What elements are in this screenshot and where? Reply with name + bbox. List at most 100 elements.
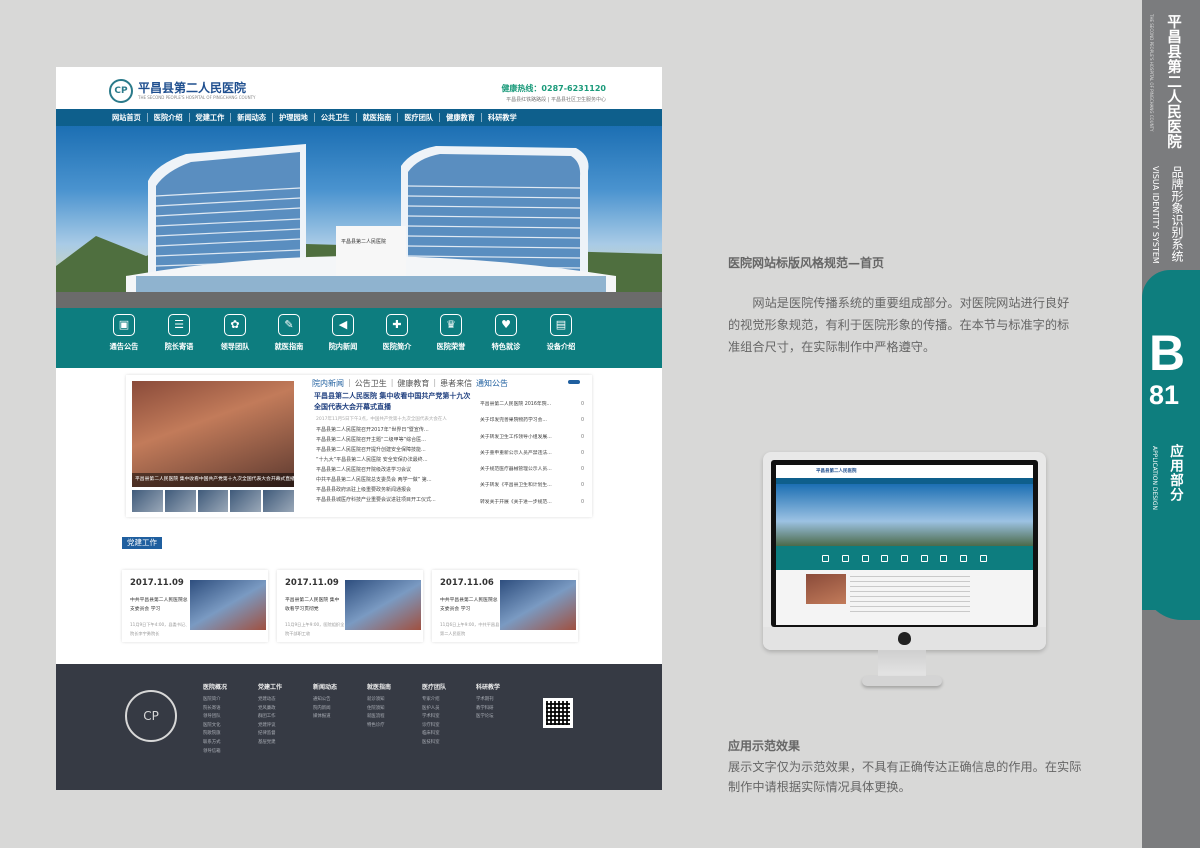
footer-link[interactable]: 医学论坛 (476, 713, 530, 722)
news-list-item[interactable]: 平昌县县政府派驻上级重要政务新闻通报会 (316, 485, 476, 495)
tab-patient-letters[interactable]: 患者来信 (440, 378, 476, 389)
nav-item-party[interactable]: 党建工作 (190, 113, 232, 122)
news-icon: ◀ (332, 314, 354, 336)
footer-link[interactable]: 诊疗科室 (422, 722, 476, 731)
footer-link[interactable]: 院歌院旗 (203, 730, 257, 739)
nav-item-team[interactable]: 医疗团队 (398, 113, 441, 122)
tab-hospital-news[interactable]: 院内新闻 (312, 378, 348, 389)
nav-item-nursing[interactable]: 护理园地 (273, 113, 315, 122)
news-thumbnail[interactable] (263, 490, 294, 512)
footer-link[interactable]: 专家介绍 (422, 696, 476, 705)
notice-item[interactable]: 关于规范医疗器械管理公示人员... 0 (480, 462, 584, 478)
footer-link[interactable]: 就医流程 (367, 713, 421, 722)
footer-link[interactable]: 院内新闻 (313, 705, 367, 714)
party-cards: 2017.11.09 中共平昌县第二人民医院总支委员会 学习 11月9日下午4:… (122, 570, 594, 642)
nav-item-intro[interactable]: 医院介绍 (148, 113, 190, 122)
footer-link[interactable]: 通知公告 (313, 696, 367, 705)
preview-icon (841, 554, 849, 562)
news-thumbnail[interactable] (197, 490, 229, 512)
footer-link[interactable]: 党建动态 (258, 696, 312, 705)
footer-column: 医院概况 医院简介 院长寄语 领导团队 医院文化 院歌院旗 联系方式 领导信箱 (203, 682, 257, 756)
news-list-item[interactable]: 平昌县县城医疗科技产业重要会议进驻项目开工仪式... (316, 495, 476, 505)
notice-item[interactable]: 关于转发《平昌县卫生和计划生... 0 (480, 478, 584, 494)
notice-list: 平昌县第二人民医院 2016年院... 0 关于印发完善果院物药学习会... 0 关… (480, 397, 584, 511)
quick-link-hospital[interactable]: ✚ 医院简介 (369, 314, 425, 352)
footer-column: 党建工作 党建动态 党风廉政 群团工作 党建评议 纪律监督 基层党建 (258, 682, 312, 748)
footer-column-head[interactable]: 新闻动态 (313, 682, 367, 691)
party-card[interactable]: 2017.11.09 中共平昌县第二人民医院总支委员会 学习 11月9日下午4:… (122, 570, 268, 642)
footer-link[interactable]: 领导信箱 (203, 748, 257, 757)
quick-link-label: 领导团队 (220, 342, 250, 351)
nav-item-news[interactable]: 新闻动态 (231, 113, 274, 122)
nav-item-research[interactable]: 科研教学 (482, 113, 523, 122)
monitor-base (862, 676, 942, 686)
notice-item[interactable]: 转发关于开展《关于进一步规范... 0 (480, 495, 584, 511)
footer-link[interactable]: 群团工作 (258, 713, 312, 722)
hotline: 健康热线：0287-6231120 (501, 84, 606, 93)
footer-column-head[interactable]: 就医指南 (367, 682, 421, 691)
footer-link[interactable]: 医院文化 (203, 722, 257, 731)
news-headline[interactable]: 平昌县第二人民医院 集中收看中国共产党第十九次全国代表大会开幕式直播 (314, 391, 474, 413)
news-list-item[interactable]: 平昌县第二人民医院召开2017年“世界日”暨宣传... (316, 425, 476, 435)
quick-link-honor[interactable]: ♛ 医院荣誉 (423, 314, 479, 352)
tab-public-health[interactable]: 公告卫生 (355, 378, 391, 389)
notice-item[interactable]: 关于转发卫生工作领导小组发展... 0 (480, 430, 584, 446)
quick-link-letter[interactable]: ☰ 院长寄语 (151, 314, 207, 352)
nav-item-home[interactable]: 网站首页 (106, 113, 148, 122)
tab-health-education[interactable]: 健康教育 (397, 378, 433, 389)
nav-item-education[interactable]: 健康教育 (440, 113, 482, 122)
news-thumbnail[interactable] (230, 490, 262, 512)
footer-column-head[interactable]: 科研教学 (476, 682, 530, 691)
quick-link-news[interactable]: ◀ 院内新闻 (315, 314, 371, 352)
footer-link[interactable]: 临床科室 (422, 730, 476, 739)
footer-link[interactable]: 就诊须知 (367, 696, 421, 705)
footer-link[interactable]: 特色诊疗 (367, 722, 421, 731)
party-card-desc: 11月9日下午4:00，县委书记、院长李宇勇院长 (130, 622, 190, 636)
footer-column-head[interactable]: 医疗团队 (422, 682, 476, 691)
news-list-item[interactable]: 平昌县第二人民医院召开主题“二级甲等”综合医... (316, 435, 476, 445)
party-card[interactable]: 2017.11.09 平昌县第二人民医院 集中收看学习贯彻党 11月9日上午9:… (277, 570, 423, 642)
notice-text: 关于规范医疗器械管理公示人员... (480, 467, 552, 473)
quick-link-team[interactable]: ✿ 领导团队 (207, 314, 263, 352)
notice-item[interactable]: 平昌县第二人民医院 2016年院... 0 (480, 397, 584, 413)
news-thumbnail[interactable] (164, 490, 196, 512)
footer-link[interactable]: 党风廉政 (258, 705, 312, 714)
quick-link-clinic[interactable]: ♥ 特色就诊 (478, 314, 534, 352)
notice-item[interactable]: 关于重申重新公示人员严禁违法... 0 (480, 446, 584, 462)
party-card-photo (345, 580, 421, 630)
footer-link[interactable]: 联系方式 (203, 739, 257, 748)
news-list-item[interactable]: 平昌县第二人民医院召开院级改进学习会议 (316, 465, 476, 475)
more-icon[interactable] (568, 380, 580, 384)
footer-link[interactable]: 纪律监督 (258, 730, 312, 739)
footer-link[interactable]: 学术期刊 (476, 696, 530, 705)
footer-link[interactable]: 院长寄语 (203, 705, 257, 714)
news-list-item[interactable]: 平昌县第二人民医院召开提升创建安全保障技能... (316, 445, 476, 455)
quick-link-notice[interactable]: ▣ 通告公告 (96, 314, 152, 352)
footer-link[interactable]: 基层党建 (258, 739, 312, 748)
news-photo[interactable]: 平昌县第二人民医院 集中收看中国共产党第十九次全国代表大会开幕式直播 (132, 381, 294, 487)
footer-link[interactable]: 医护人员 (422, 705, 476, 714)
nav-item-public-health[interactable]: 公共卫生 (315, 113, 357, 122)
party-card[interactable]: 2017.11.06 中共平昌县第二人民医院总支委员会 学习 11月6日上午9:… (432, 570, 578, 642)
monitor-website-preview: 平昌县第二人民医院 (776, 465, 1033, 625)
footer-link[interactable]: 领导团队 (203, 713, 257, 722)
footer-link[interactable]: 媒体报道 (313, 713, 367, 722)
news-thumbnail[interactable] (132, 490, 163, 512)
footer-column-head[interactable]: 党建工作 (258, 682, 312, 691)
news-list-item[interactable]: “十九大”平昌县第二人民医院 安全安保办法最终... (316, 455, 476, 465)
hospital-icon: ✚ (386, 314, 408, 336)
notice-text: 关于重申重新公示人员严禁违法... (480, 450, 552, 456)
quick-link-device[interactable]: ▤ 设备介绍 (533, 314, 589, 352)
footer-link[interactable]: 教学科研 (476, 705, 530, 714)
notice-item[interactable]: 关于印发完善果院物药学习会... 0 (480, 413, 584, 429)
website-homepage-mockup: CP 平昌县第二人民医院 THE SECOND PEOPLE'S HOSPITA… (56, 67, 662, 790)
news-list-item[interactable]: 中共平昌县第二人民医院总支委员会 两学一做” 第... (316, 475, 476, 485)
footer-column-head[interactable]: 医院概况 (203, 682, 257, 691)
footer-link[interactable]: 住院须知 (367, 705, 421, 714)
quick-link-guide[interactable]: ✎ 就医指南 (261, 314, 317, 352)
footer-link[interactable]: 医院简介 (203, 696, 257, 705)
footer-link[interactable]: 党建评议 (258, 722, 312, 731)
nav-item-guide[interactable]: 就医指南 (357, 113, 399, 122)
footer-link[interactable]: 医技科室 (422, 739, 476, 748)
footer-link[interactable]: 学术科室 (422, 713, 476, 722)
